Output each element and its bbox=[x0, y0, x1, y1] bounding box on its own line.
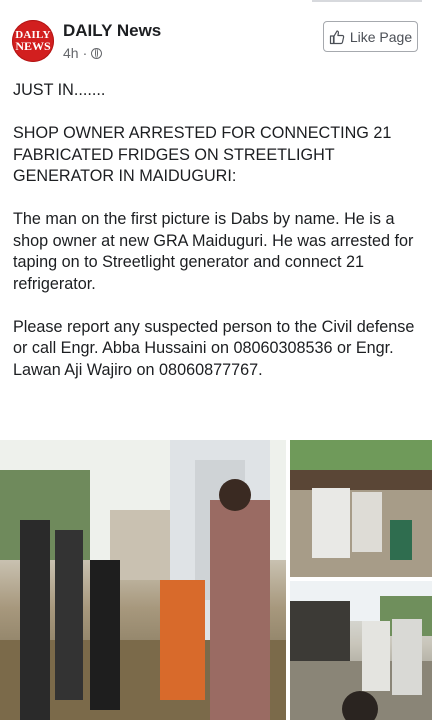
page-avatar[interactable]: DAILY NEWS bbox=[12, 20, 54, 62]
photo-main-arrest-illustration bbox=[0, 440, 286, 720]
photo-fridges-yard[interactable] bbox=[290, 440, 432, 577]
photo-fridges-row[interactable] bbox=[290, 581, 432, 720]
post-paragraph-contact: Please report any suspected person to th… bbox=[13, 317, 415, 379]
post-paragraph-justin: JUST IN....... bbox=[13, 81, 106, 99]
photo-grid bbox=[0, 440, 432, 720]
meta-separator: · bbox=[82, 45, 88, 61]
post-header: DAILY NEWS DAILY News 4h · Like Page bbox=[0, 14, 432, 70]
post-text: JUST IN....... SHOP OWNER ARRESTED FOR C… bbox=[13, 80, 421, 403]
post-paragraph-headline: SHOP OWNER ARRESTED FOR CONNECTING 21 FA… bbox=[13, 124, 392, 185]
like-page-button[interactable]: Like Page bbox=[323, 21, 418, 52]
photo-fridges-row-illustration bbox=[290, 581, 432, 720]
like-page-label: Like Page bbox=[349, 28, 413, 45]
top-divider bbox=[0, 0, 432, 4]
thumbs-up-icon bbox=[329, 29, 345, 44]
photo-fridges-yard-illustration bbox=[290, 440, 432, 577]
globe-icon bbox=[91, 47, 103, 59]
page-name[interactable]: DAILY News bbox=[63, 21, 161, 41]
post-paragraph-body: The man on the first picture is Dabs by … bbox=[13, 210, 414, 293]
photo-main-arrest[interactable] bbox=[0, 440, 286, 720]
post-meta: 4h · bbox=[63, 45, 103, 61]
avatar-logo-line2: NEWS bbox=[15, 39, 51, 53]
post-time[interactable]: 4h bbox=[63, 45, 79, 61]
scroll-indicator bbox=[312, 0, 422, 2]
